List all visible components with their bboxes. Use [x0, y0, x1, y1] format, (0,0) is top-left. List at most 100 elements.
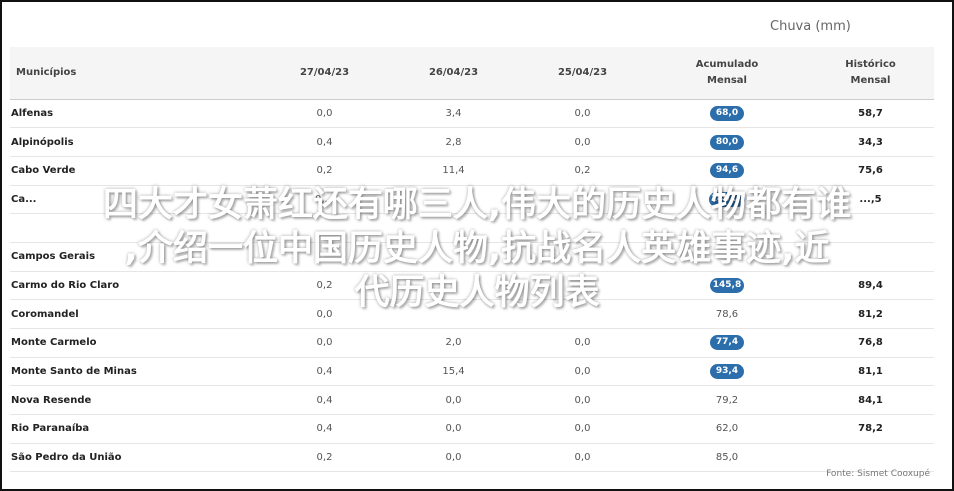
acumulado-badge: 68,0 — [710, 105, 744, 121]
cell-acumulado: 80,0 — [647, 127, 807, 157]
cell-27-04: 0,0 — [260, 328, 389, 358]
cell-27-04 — [260, 213, 389, 243]
cell-municipio: Rio Paranaíba — [10, 414, 260, 444]
col-header-acumulado: Acumulado Mensal — [647, 47, 807, 100]
col-header-acumulado-label: Acumulado Mensal — [695, 58, 759, 86]
cell-25-04: 0,0 — [518, 385, 647, 416]
cell-municipio: Alfenas — [10, 99, 260, 129]
table-row: Alpinópolis 0,4 2,8 0,0 80,0 34,3 — [10, 127, 934, 157]
cell-historico: 84,1 — [807, 385, 934, 416]
cell-historico — [807, 242, 934, 272]
cell-historico: 81,1 — [807, 357, 934, 387]
chuva-label: Chuva (mm) — [770, 19, 851, 34]
cell-acumulado: 140,... — [647, 185, 807, 215]
cell-26-04 — [389, 271, 518, 301]
acumulado-badge: 80,0 — [710, 134, 744, 150]
col-header-historico-label: Histórico Mensal — [845, 58, 896, 86]
cell-municipio: Monte Carmelo — [10, 328, 260, 358]
cell-26-04: 2,8 — [389, 127, 518, 157]
table-body: Alfenas 0,0 3,4 0,0 68,0 58,7 Alpinópolis 0,4 2,… — [10, 99, 934, 473]
cell-historico: ...,5 — [807, 185, 934, 215]
cell-25-04 — [518, 271, 647, 301]
cell-27-04: 0,... — [260, 185, 389, 215]
acumulado-badge: 145,8 — [710, 277, 744, 293]
col-header-25-04: 25/04/23 — [518, 47, 647, 100]
cell-historico: 89,4 — [807, 271, 934, 301]
cell-municipio: Carmo do Rio Claro — [10, 271, 260, 301]
table-header-row: Municípios 27/04/23 26/04/23 25/04/23 Ac… — [10, 47, 934, 100]
cell-historico: 75,6 — [807, 156, 934, 186]
acumulado-badge: 93,4 — [710, 364, 744, 380]
cell-25-04: 0,0 — [518, 99, 647, 129]
cell-municipio: Alpinópolis — [10, 127, 260, 157]
table-row: Alfenas 0,0 3,4 0,0 68,0 58,7 — [10, 99, 934, 129]
col-header-municipios: Municípios — [10, 47, 260, 100]
cell-26-04 — [389, 242, 518, 272]
table-row: Monte Carmelo 0,0 2,0 0,0 77,4 76,8 — [10, 328, 934, 358]
cell-27-04: 0,4 — [260, 414, 389, 444]
cell-25-04 — [518, 242, 647, 272]
table-row — [10, 213, 934, 243]
col-header-historico: Histórico Mensal — [807, 47, 934, 100]
table-row: Cabo Verde 0,2 11,4 0,2 94,6 75,6 — [10, 156, 934, 186]
cell-acumulado: 93,4 — [647, 357, 807, 387]
table-row: Carmo do Rio Claro 0,2 145,8 89,4 — [10, 271, 934, 301]
cell-acumulado: 77,4 — [647, 328, 807, 358]
cell-25-04: 0,0 — [518, 357, 647, 387]
cell-municipio: Ca... — [10, 185, 260, 215]
cell-acumulado: 94,6 — [647, 156, 807, 186]
cell-acumulado — [647, 242, 807, 272]
table-row: Rio Paranaíba 0,4 0,0 0,0 62,0 78,2 — [10, 414, 934, 444]
table-row: Campos Gerais — [10, 242, 934, 272]
table-row: São Pedro da União 0,2 0,0 0,0 85,0 — [10, 443, 934, 473]
cell-municipio: Cabo Verde — [10, 156, 260, 186]
cell-26-04: 0,0 — [389, 443, 518, 473]
cell-27-04: 0,2 — [260, 271, 389, 301]
cell-municipio: Nova Resende — [10, 385, 260, 416]
cell-historico: 58,7 — [807, 99, 934, 129]
rainfall-table-container: Municípios 27/04/23 26/04/23 25/04/23 Ac… — [10, 47, 934, 473]
cell-26-04: 3,4 — [389, 99, 518, 129]
cell-acumulado — [647, 213, 807, 243]
cell-25-04: 0,0 — [518, 328, 647, 358]
cell-26-04 — [389, 185, 518, 215]
cell-municipio: Coromandel — [10, 299, 260, 329]
cell-acumulado: 62,0 — [647, 414, 807, 444]
cell-25-04: 0,0 — [518, 127, 647, 157]
cell-26-04 — [389, 213, 518, 243]
cell-26-04: 11,4 — [389, 156, 518, 186]
cell-acumulado: 85,0 — [647, 443, 807, 473]
cell-municipio: Monte Santo de Minas — [10, 357, 260, 387]
col-header-27-04: 27/04/23 — [260, 47, 389, 100]
table-row: Ca... 0,... 140,... ...,5 — [10, 185, 934, 215]
cell-25-04: 0,0 — [518, 443, 647, 473]
acumulado-badge: 94,6 — [710, 163, 744, 179]
cell-historico: 34,3 — [807, 127, 934, 157]
cell-historico — [807, 443, 934, 473]
cell-acumulado: 145,8 — [647, 271, 807, 301]
cell-27-04: 0,2 — [260, 156, 389, 186]
table-row: Nova Resende 0,4 0,0 0,0 79,2 84,1 — [10, 385, 934, 416]
cell-acumulado: 78,6 — [647, 299, 807, 329]
cell-25-04 — [518, 185, 647, 215]
cell-25-04: 0,2 — [518, 156, 647, 186]
cell-historico: 78,2 — [807, 414, 934, 444]
cell-municipio — [10, 213, 260, 243]
cell-26-04 — [389, 299, 518, 329]
cell-27-04: 0,0 — [260, 99, 389, 129]
cell-27-04: 0,0 — [260, 299, 389, 329]
cell-municipio: São Pedro da União — [10, 443, 260, 473]
cell-25-04 — [518, 299, 647, 329]
cell-26-04: 0,0 — [389, 385, 518, 416]
cell-acumulado: 68,0 — [647, 99, 807, 129]
cell-27-04: 0,4 — [260, 385, 389, 416]
cell-historico: 76,8 — [807, 328, 934, 358]
image-frame: Chuva (mm) Municípios 27/04/23 26/04/23 … — [0, 0, 954, 491]
cell-25-04 — [518, 213, 647, 243]
acumulado-badge: 140,... — [708, 191, 746, 207]
cell-27-04: 0,2 — [260, 443, 389, 473]
cell-26-04: 0,0 — [389, 414, 518, 444]
source-note: Fonte: Sismet Cooxupé — [826, 469, 930, 479]
table-row: Coromandel 0,0 78,6 81,2 — [10, 299, 934, 329]
acumulado-badge: 77,4 — [710, 335, 744, 351]
